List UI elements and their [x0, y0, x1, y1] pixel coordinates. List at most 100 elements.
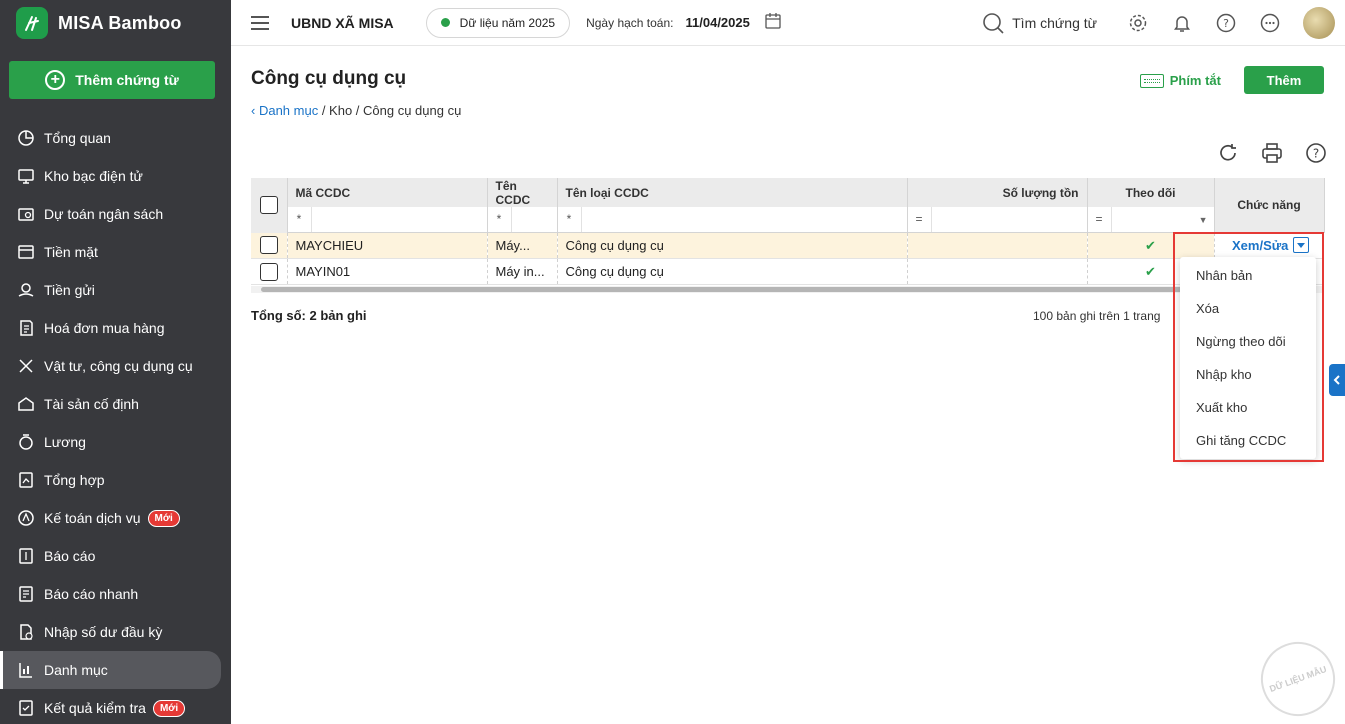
table-tools: ? — [1195, 142, 1327, 164]
tools-icon — [16, 356, 36, 376]
filter-op[interactable]: = — [908, 207, 932, 232]
sidebar-item-reports[interactable]: Báo cáo — [0, 537, 231, 575]
help-circle-icon[interactable]: ? — [1305, 142, 1327, 164]
sidebar-menu: Tổng quan Kho bạc điện tử Dự toán ngân s… — [0, 119, 231, 724]
brand[interactable]: MISA Bamboo — [0, 0, 231, 46]
plus-circle-icon: + — [45, 70, 66, 90]
user-avatar[interactable] — [1303, 7, 1335, 39]
sidebar-item-quick-reports[interactable]: Báo cáo nhanh — [0, 575, 231, 613]
table-row[interactable]: MAYCHIEU Máy... Công cụ dụng cụ ✔ — [251, 232, 1324, 259]
keyboard-icon — [1139, 73, 1164, 88]
sidebar-item-label: Tổng quan — [44, 130, 111, 146]
sidebar-item-label: Báo cáo — [44, 548, 96, 564]
data-year-selector[interactable]: Dữ liệu năm 2025 — [425, 7, 571, 38]
sidebar-item-opening-balance[interactable]: Nhập số dư đầu kỳ — [0, 613, 231, 651]
filter-op[interactable]: * — [558, 207, 582, 232]
notification-bell-icon[interactable] — [1171, 12, 1193, 34]
menu-item-stock-out[interactable]: Xuất kho — [1180, 391, 1316, 424]
select-all-checkbox[interactable] — [259, 196, 278, 215]
filter-tracked[interactable]: = ▼ — [1087, 207, 1215, 233]
sidebar-item-e-treasury[interactable]: Kho bạc điện tử — [0, 157, 231, 195]
menu-item-stop-tracking[interactable]: Ngừng theo dõi — [1180, 325, 1316, 358]
status-dot-icon — [440, 18, 450, 27]
refresh-icon[interactable] — [1217, 142, 1239, 164]
col-header-type[interactable]: Tên loại CCDC — [557, 178, 908, 207]
print-icon[interactable] — [1261, 142, 1283, 164]
sidebar-item-check-results[interactable]: Kết quả kiểm tra Mới — [0, 689, 231, 724]
add-button[interactable]: Thêm — [1244, 66, 1324, 94]
filter-quantity[interactable]: = — [907, 207, 1088, 233]
sidebar-item-label: Dự toán ngân sách — [44, 206, 164, 222]
table-header-row: Mã CCDC Tên CCDC Tên loại CCDC Số lượng … — [251, 178, 1325, 233]
quick-report-icon — [16, 584, 36, 604]
col-header-name[interactable]: Tên CCDC — [487, 178, 558, 207]
row-checkbox[interactable] — [259, 262, 278, 281]
col-header-tracked[interactable]: Theo dõi — [1087, 178, 1215, 207]
sidebar-item-salary[interactable]: Lương — [0, 423, 231, 461]
horizontal-scrollbar[interactable] — [251, 286, 1324, 293]
add-voucher-button[interactable]: + Thêm chứng từ — [9, 61, 215, 99]
sidebar-item-cash[interactable]: Tiền mặt — [0, 233, 231, 271]
search-voucher[interactable]: Tìm chứng từ — [982, 12, 1097, 34]
breadcrumb-back-link[interactable]: ‹ Danh mục — [251, 103, 318, 118]
check-result-icon — [16, 698, 36, 718]
sidebar-item-catalog[interactable]: Danh mục — [0, 651, 221, 689]
filter-type[interactable]: * — [557, 207, 908, 233]
svg-text:?: ? — [1223, 17, 1229, 30]
service-icon — [16, 508, 36, 528]
sidebar-item-label: Danh mục — [44, 662, 108, 678]
row-select-cell — [251, 258, 288, 285]
sidebar-item-label: Tài sản cố định — [44, 396, 139, 412]
svg-text:?: ? — [1313, 147, 1319, 161]
catalog-icon — [16, 660, 36, 680]
sidebar-item-label: Kết quả kiểm tra — [44, 700, 146, 716]
breadcrumb-rest: / Kho / Công cụ dụng cụ — [318, 103, 462, 118]
filter-code[interactable]: * — [287, 207, 488, 233]
filter-name[interactable]: * — [487, 207, 558, 233]
sidebar-item-purchase-invoice[interactable]: Hoá đơn mua hàng — [0, 309, 231, 347]
sidebar-item-budget[interactable]: Dự toán ngân sách — [0, 195, 231, 233]
sidebar-item-label: Kế toán dịch vụ — [44, 510, 141, 526]
view-edit-action[interactable]: Xem/Sửa — [1232, 237, 1310, 253]
view-edit-label[interactable]: Xem/Sửa — [1232, 238, 1288, 253]
shortcut-button[interactable]: Phím tắt — [1139, 73, 1221, 88]
help-icon[interactable]: ? — [1215, 12, 1237, 34]
cell-quantity — [907, 232, 1088, 259]
sidebar-item-tools[interactable]: Vật tư, công cụ dụng cụ — [0, 347, 231, 385]
shortcut-label: Phím tắt — [1169, 73, 1221, 88]
search-icon — [983, 13, 1004, 34]
summary-icon — [16, 470, 36, 490]
scrollbar-thumb[interactable] — [261, 287, 1191, 292]
filter-op[interactable]: = — [1088, 207, 1112, 232]
menu-item-stock-in[interactable]: Nhập kho — [1180, 358, 1316, 391]
hamburger-menu-icon[interactable] — [251, 12, 269, 34]
action-dropdown-arrow-icon[interactable] — [1293, 237, 1310, 253]
menu-item-delete[interactable]: Xóa — [1180, 292, 1316, 325]
organization-name[interactable]: UBND XÃ MISA — [291, 15, 394, 31]
salary-icon — [16, 432, 36, 452]
sidebar-item-summary[interactable]: Tổng hợp — [0, 461, 231, 499]
new-badge: Mới — [152, 699, 186, 717]
more-options-icon[interactable] — [1259, 12, 1281, 34]
paging-info[interactable]: 100 bản ghi trên 1 trang — [1033, 309, 1160, 323]
row-checkbox[interactable] — [259, 236, 278, 255]
col-header-quantity[interactable]: Số lượng tồn — [907, 178, 1088, 207]
calendar-icon[interactable] — [764, 12, 782, 33]
sidebar-item-fixed-assets[interactable]: Tài sản cố định — [0, 385, 231, 423]
menu-item-duplicate[interactable]: Nhân bản — [1180, 259, 1316, 292]
filter-op[interactable]: * — [488, 207, 512, 232]
col-header-code[interactable]: Mã CCDC — [287, 178, 488, 207]
filter-dropdown-icon[interactable]: ▼ — [1199, 215, 1214, 225]
settings-gear-icon[interactable] — [1127, 12, 1149, 34]
deposit-icon — [16, 280, 36, 300]
opening-balance-icon — [16, 622, 36, 642]
table-row[interactable]: MAYIN01 Máy in... Công cụ dụng cụ ✔ — [251, 258, 1324, 285]
filter-op[interactable]: * — [288, 207, 312, 232]
sidebar-item-label: Kho bạc điện tử — [44, 168, 143, 184]
menu-item-record-increase[interactable]: Ghi tăng CCDC — [1180, 424, 1316, 457]
side-panel-toggle[interactable] — [1329, 364, 1345, 396]
sidebar-item-deposit[interactable]: Tiền gửi — [0, 271, 231, 309]
accounting-date-value[interactable]: 11/04/2025 — [686, 15, 750, 30]
sidebar-item-overview[interactable]: Tổng quan — [0, 119, 231, 157]
sidebar-item-service-accounting[interactable]: Kế toán dịch vụ Mới — [0, 499, 231, 537]
